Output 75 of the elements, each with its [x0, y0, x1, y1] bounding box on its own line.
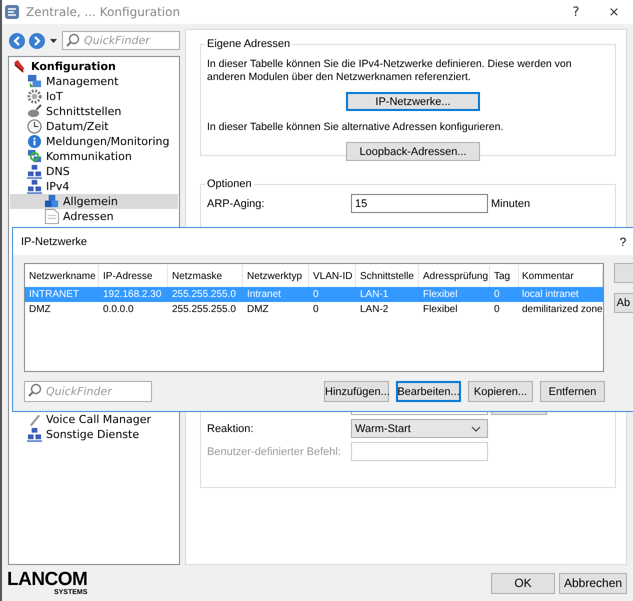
chevron-icon [471, 426, 481, 432]
logo-text: LANCOM [7, 570, 88, 589]
search-field[interactable]: QuickFinder [62, 31, 180, 50]
ip-networks-button[interactable]: IP-Netzwerke... [346, 92, 480, 111]
table-cell-text: 0 [312, 289, 320, 300]
sync-icon [27, 149, 42, 164]
reaction-dropdown[interactable]: Warm-Start [351, 419, 488, 438]
caret-icon[interactable] [50, 38, 57, 42]
dialog-button[interactable]: Entfernen [540, 381, 605, 402]
tree-item[interactable]: Schnittstellen [10, 104, 178, 119]
tree-item[interactable]: Allgemein [10, 194, 178, 209]
cut-off-button[interactable]: Ab [614, 293, 633, 313]
table-cell-text: DMZ [28, 304, 52, 315]
network-icon [27, 427, 42, 442]
cubes-icon [44, 194, 59, 209]
tree-item[interactable]: Kommunikation [10, 149, 178, 164]
window-title: Zentrale, ... Konfiguration [26, 5, 182, 19]
table-cell-text: INTRANET [28, 289, 80, 300]
tree-item[interactable]: Datum/Zeit [10, 119, 178, 134]
ok-button[interactable]: OK [491, 572, 555, 594]
help-button[interactable]: ? [557, 1, 595, 23]
table-cell-text: Flexibel [422, 304, 458, 315]
tree-item[interactable]: Konfiguration [10, 59, 178, 74]
arp-aging-field[interactable]: 15 [351, 194, 488, 213]
table-cell-text: 192.168.2.30 [102, 289, 162, 300]
dialog-title: IP-Netzwerke [21, 236, 88, 248]
dialog-button[interactable]: Hinzufügen... [324, 381, 389, 402]
field-label: Benutzer-definierter Befehl: [207, 446, 342, 458]
table-row[interactable]: DMZ 0.0.0.0 255.255.255.0 DMZ 0 LAN-2 Flexibel 0 demilitarized zone [25, 302, 603, 317]
tree-item[interactable]: IPv4 [10, 179, 178, 194]
network-icon [27, 179, 42, 194]
clock-icon [27, 119, 42, 134]
help-button[interactable]: ? [617, 234, 629, 248]
table-cell-text: 255.255.255.0 [171, 289, 237, 300]
computer-icon [27, 74, 42, 89]
dialog-button[interactable]: Bearbeiten... [396, 381, 461, 402]
dialog-button[interactable]: Kopieren... [468, 381, 533, 402]
field-label: Reaktion: [207, 422, 254, 434]
table-cell-text: DMZ [246, 304, 270, 315]
search-icon [28, 383, 43, 398]
table-cell-text: Flexibel [422, 289, 458, 300]
info-icon [27, 134, 42, 149]
tree-item[interactable]: DNS [10, 164, 178, 179]
network-icon [27, 164, 42, 179]
table-cell-text: 0.0.0.0 [102, 304, 135, 315]
table-cell-text: 0 [312, 304, 320, 315]
back-icon[interactable] [8, 32, 26, 50]
table-cell-text: local intranet [521, 289, 580, 300]
tree-item[interactable]: IoT [10, 89, 178, 104]
document-icon [44, 209, 59, 224]
search-field[interactable]: QuickFinder [24, 381, 152, 402]
table-cell-text: 0 [493, 304, 501, 315]
forward-icon[interactable] [28, 32, 46, 50]
table-cell-text: LAN-1 [359, 289, 390, 300]
field-label: ARP-Aging: [207, 198, 266, 210]
tree-item[interactable]: Management [10, 74, 178, 89]
loopback-button[interactable]: Loopback-Adressen... [346, 142, 480, 161]
table-cell-text: LAN-2 [359, 304, 390, 315]
tree-item[interactable]: Meldungen/Monitoring [10, 134, 178, 149]
table-cell-text: Intranet [246, 289, 282, 300]
table-cell-text: 0 [493, 289, 501, 300]
tree-item[interactable]: Voice Call Manager [10, 412, 178, 427]
description-text: In dieser Tabelle können Sie alternative Adressen konfigurieren. [207, 121, 504, 134]
table-cell-text: demilitarized zone [521, 304, 603, 315]
cancel-button[interactable]: Abbrechen [559, 572, 627, 594]
table-cell-text: 255.255.255.0 [171, 304, 237, 315]
unit-label: Minuten [491, 198, 530, 210]
group-title: Eigene Adressen [206, 38, 292, 50]
group-title: Optionen [206, 178, 253, 190]
tree-item[interactable]: Adressen [10, 209, 178, 224]
gear-icon [27, 89, 42, 104]
description-text: In dieser Tabelle können Sie die IPv4-Netzwerke definieren. Diese werden von anderen Modulen über den Netzwerknamen referenziert. [207, 58, 573, 84]
tree-item[interactable]: Sonstige Dienste [10, 427, 178, 442]
search-icon [66, 33, 81, 48]
close-button[interactable]: × [595, 1, 633, 23]
